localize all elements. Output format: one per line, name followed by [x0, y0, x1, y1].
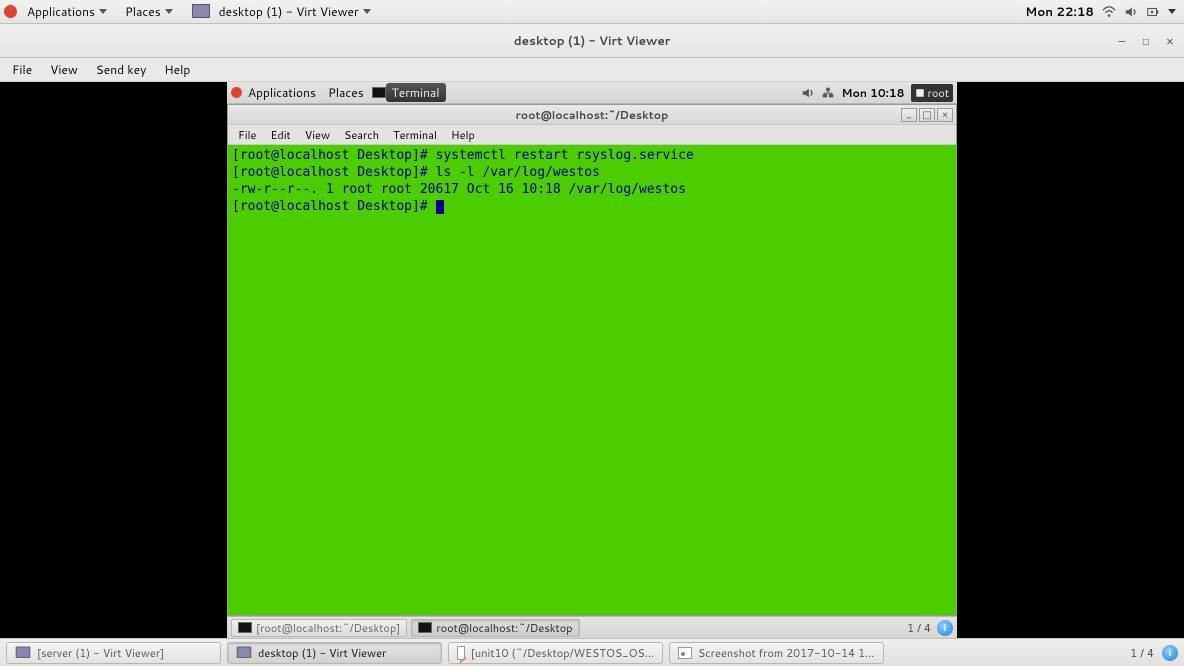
virt-menu-file[interactable]: File	[4, 59, 40, 80]
window-task-icon	[193, 6, 209, 18]
host-top-panel: Applications Places desktop (1) - Virt V…	[0, 0, 1184, 24]
term-menu-edit[interactable]: Edit	[264, 126, 296, 144]
guest-bottom-panel: [root@localhost:~/Desktop] root@localhos…	[227, 616, 957, 638]
term-menu-help[interactable]: Help	[445, 126, 481, 144]
close-button[interactable]: ✕	[1162, 33, 1178, 49]
host-task-button[interactable]: [unit10 (~/Desktop/WESTOS_OS...	[448, 642, 663, 664]
host-workspace-indicator[interactable]: 1 / 4	[1130, 645, 1154, 661]
guest-user-badge[interactable]: root	[911, 84, 953, 102]
chevron-down-icon	[165, 9, 173, 14]
guest-desktop: Applications Places Terminal Mon 10:18 r…	[227, 82, 957, 638]
terminal-maximize-button[interactable]: □	[919, 108, 935, 122]
terminal-titlebar[interactable]: root@localhost:~/Desktop _ □ ×	[228, 105, 956, 125]
term-menu-terminal[interactable]: Terminal	[387, 126, 443, 144]
vm-icon	[17, 648, 30, 658]
terminal-app-icon	[372, 87, 386, 98]
minimize-button[interactable]: —	[1114, 33, 1130, 49]
task-label: Screenshot from 2017-10-14 1...	[698, 645, 874, 661]
vm-display-area[interactable]: Applications Places Terminal Mon 10:18 r…	[0, 82, 1184, 638]
host-running-app-menu[interactable]: desktop (1) - Virt Viewer	[211, 1, 379, 22]
term-menu-view[interactable]: View	[299, 126, 336, 144]
terminal-line: -rw-r--r--. 1 root root 20617 Oct 16 10:…	[232, 182, 686, 197]
task-label: [root@localhost:~/Desktop]	[256, 620, 400, 636]
host-notification-icon[interactable]: i	[1162, 645, 1178, 661]
guest-user-label: root	[928, 85, 949, 101]
terminal-close-button[interactable]: ×	[937, 108, 953, 122]
terminal-minimize-button[interactable]: _	[901, 108, 917, 122]
menu-label: Applications	[27, 3, 95, 20]
task-label: desktop (1) - Virt Viewer	[258, 645, 386, 661]
guest-workspace-indicator[interactable]: 1 / 4	[907, 620, 931, 636]
guest-task-button[interactable]: [root@localhost:~/Desktop]	[231, 619, 407, 637]
guest-terminal-menu[interactable]: Terminal	[386, 83, 446, 102]
host-task-button[interactable]: [server (1) - Virt Viewer]	[6, 642, 221, 664]
guest-task-button[interactable]: root@localhost:~/Desktop	[411, 619, 579, 637]
term-menu-search[interactable]: Search	[338, 126, 385, 144]
term-menu-file[interactable]: File	[232, 126, 262, 144]
menu-label: Places	[125, 3, 161, 20]
terminal-window: root@localhost:~/Desktop _ □ × File Edit…	[227, 104, 957, 616]
vm-icon	[238, 648, 251, 658]
guest-places-menu[interactable]: Places	[322, 83, 370, 102]
chevron-down-icon	[99, 9, 107, 14]
terminal-menubar: File Edit View Search Terminal Help	[228, 125, 956, 145]
activities-icon	[4, 5, 17, 18]
terminal-icon	[238, 622, 252, 633]
virt-menubar: File View Send key Help	[0, 58, 1184, 82]
gedit-icon	[457, 646, 465, 660]
image-icon	[678, 647, 692, 659]
host-task-button[interactable]: desktop (1) - Virt Viewer	[227, 642, 442, 664]
virt-menu-view[interactable]: View	[42, 59, 86, 80]
terminal-line: [root@localhost Desktop]# ls -l /var/log…	[232, 165, 600, 180]
guest-sound-icon[interactable]	[801, 86, 815, 100]
virt-viewer-window: desktop (1) - Virt Viewer — ☐ ✕ File Vie…	[0, 24, 1184, 638]
virt-window-title: desktop (1) - Virt Viewer	[0, 32, 1184, 49]
terminal-line: [root@localhost Desktop]#	[232, 199, 436, 214]
task-label: [unit10 (~/Desktop/WESTOS_OS...	[471, 645, 654, 661]
sound-icon[interactable]	[1124, 5, 1138, 19]
guest-notification-icon[interactable]: i	[937, 620, 953, 636]
guest-network-icon[interactable]	[821, 86, 835, 100]
task-label: root@localhost:~/Desktop	[436, 620, 572, 636]
terminal-title: root@localhost:~/Desktop	[228, 107, 956, 123]
maximize-button[interactable]: ☐	[1138, 33, 1154, 49]
terminal-body[interactable]: [root@localhost Desktop]# systemctl rest…	[228, 145, 956, 615]
virt-titlebar[interactable]: desktop (1) - Virt Viewer — ☐ ✕	[0, 24, 1184, 58]
guest-activities-icon	[231, 87, 242, 98]
host-places-menu[interactable]: Places	[117, 1, 181, 22]
terminal-icon	[418, 622, 432, 633]
cursor-icon	[436, 200, 444, 214]
system-menu-caret-icon[interactable]	[1168, 9, 1176, 14]
guest-top-panel: Applications Places Terminal Mon 10:18 r…	[227, 82, 957, 104]
battery-icon[interactable]	[1146, 5, 1160, 19]
wifi-icon[interactable]	[1102, 5, 1116, 19]
guest-applications-menu[interactable]: Applications	[242, 83, 322, 102]
task-label: [server (1) - Virt Viewer]	[37, 645, 164, 661]
guest-clock[interactable]: Mon 10:18	[841, 85, 904, 101]
terminal-line: [root@localhost Desktop]# systemctl rest…	[232, 148, 694, 163]
host-clock[interactable]: Mon 22:18	[1025, 3, 1094, 20]
virt-menu-sendkey[interactable]: Send key	[88, 59, 155, 80]
host-task-button[interactable]: Screenshot from 2017-10-14 1...	[669, 642, 884, 664]
virt-menu-help[interactable]: Help	[156, 59, 198, 80]
running-app-label: desktop (1) - Virt Viewer	[219, 3, 359, 20]
chevron-down-icon	[363, 9, 371, 14]
host-bottom-panel: [server (1) - Virt Viewer] desktop (1) -…	[0, 638, 1184, 666]
host-applications-menu[interactable]: Applications	[19, 1, 115, 22]
